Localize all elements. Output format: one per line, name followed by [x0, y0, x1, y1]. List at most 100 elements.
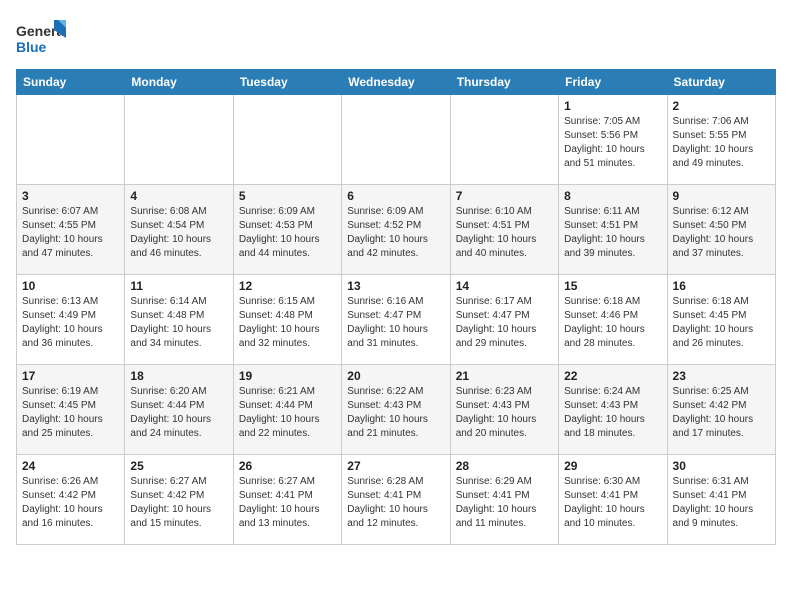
calendar-body: 1 Sunrise: 7:05 AM Sunset: 5:56 PM Daylig… [17, 95, 776, 545]
day-number: 12 [239, 279, 336, 293]
calendar-cell: 14Sunrise: 6:17 AM Sunset: 4:47 PM Dayli… [450, 275, 558, 365]
day-info: Sunrise: 6:30 AM Sunset: 4:41 PM Dayligh… [564, 475, 661, 531]
day-number: 29 [564, 459, 661, 473]
calendar-cell: 16 Sunrise: 6:18 AM Sunset: 4:45 PM Dayli… [667, 275, 775, 365]
weekday-header-tuesday: Tuesday [233, 70, 341, 95]
day-number: 6 [347, 189, 444, 203]
day-number: 2 [673, 99, 770, 113]
day-number: 4 [130, 189, 227, 203]
calendar-cell: 25Sunrise: 6:27 AM Sunset: 4:42 PM Dayli… [125, 455, 233, 545]
day-number: 13 [347, 279, 444, 293]
calendar-cell: 30Sunrise: 6:31 AM Sunset: 4:41 PM Dayli… [667, 455, 775, 545]
day-info: Sunrise: 6:26 AM Sunset: 4:42 PM Dayligh… [22, 475, 119, 531]
calendar-cell [233, 95, 341, 185]
day-info: Sunrise: 6:29 AM Sunset: 4:41 PM Dayligh… [456, 475, 553, 531]
calendar-cell: 24 Sunrise: 6:26 AM Sunset: 4:42 PM Dayli… [17, 455, 125, 545]
calendar-cell: 21 Sunrise: 6:23 AM Sunset: 4:43 PM Dayli… [450, 365, 558, 455]
day-info: Sunrise: 6:07 AM Sunset: 4:55 PM Dayligh… [22, 205, 119, 261]
calendar-cell: 4 Sunrise: 6:08 AM Sunset: 4:54 PM Daylig… [125, 185, 233, 275]
day-info: Sunrise: 6:08 AM Sunset: 4:54 PM Dayligh… [130, 205, 227, 261]
weekday-header-friday: Friday [559, 70, 667, 95]
day-number: 3 [22, 189, 119, 203]
day-info: Sunrise: 6:23 AM Sunset: 4:43 PM Dayligh… [456, 385, 553, 441]
day-number: 17 [22, 369, 119, 383]
day-info: Sunrise: 6:24 AM Sunset: 4:43 PM Dayligh… [564, 385, 661, 441]
svg-text:Blue: Blue [16, 39, 47, 55]
day-info: Sunrise: 6:10 AM Sunset: 4:51 PM Dayligh… [456, 205, 553, 261]
day-number: 22 [564, 369, 661, 383]
day-number: 27 [347, 459, 444, 473]
day-number: 25 [130, 459, 227, 473]
day-number: 23 [673, 369, 770, 383]
calendar-cell: 9Sunrise: 6:12 AM Sunset: 4:50 PM Daylig… [667, 185, 775, 275]
calendar-week-2: 3 Sunrise: 6:07 AM Sunset: 4:55 PM Daylig… [17, 185, 776, 275]
calendar-cell: 15Sunrise: 6:18 AM Sunset: 4:46 PM Dayli… [559, 275, 667, 365]
calendar-cell: 26 Sunrise: 6:27 AM Sunset: 4:41 PM Dayli… [233, 455, 341, 545]
calendar-cell: 12 Sunrise: 6:15 AM Sunset: 4:48 PM Dayli… [233, 275, 341, 365]
weekday-header-row: SundayMondayTuesdayWednesdayThursdayFrid… [17, 70, 776, 95]
day-info: Sunrise: 6:16 AM Sunset: 4:47 PM Dayligh… [347, 295, 444, 351]
day-number: 21 [456, 369, 553, 383]
weekday-header-wednesday: Wednesday [342, 70, 450, 95]
calendar-cell: 11 Sunrise: 6:14 AM Sunset: 4:48 PM Dayli… [125, 275, 233, 365]
day-number: 19 [239, 369, 336, 383]
day-info: Sunrise: 6:25 AM Sunset: 4:42 PM Dayligh… [673, 385, 770, 441]
calendar-cell: 19 Sunrise: 6:21 AM Sunset: 4:44 PM Dayli… [233, 365, 341, 455]
weekday-header-saturday: Saturday [667, 70, 775, 95]
day-number: 11 [130, 279, 227, 293]
calendar-cell: 27 Sunrise: 6:28 AM Sunset: 4:41 PM Dayli… [342, 455, 450, 545]
day-info: Sunrise: 6:18 AM Sunset: 4:45 PM Dayligh… [673, 295, 770, 351]
calendar-cell: 2 Sunrise: 7:06 AM Sunset: 5:55 PM Daylig… [667, 95, 775, 185]
day-info: Sunrise: 6:28 AM Sunset: 4:41 PM Dayligh… [347, 475, 444, 531]
calendar-cell: 22 Sunrise: 6:24 AM Sunset: 4:43 PM Dayli… [559, 365, 667, 455]
calendar-cell [125, 95, 233, 185]
calendar-week-1: 1 Sunrise: 7:05 AM Sunset: 5:56 PM Daylig… [17, 95, 776, 185]
calendar-cell [342, 95, 450, 185]
day-info: Sunrise: 7:06 AM Sunset: 5:55 PM Dayligh… [673, 115, 770, 171]
calendar-cell: 23 Sunrise: 6:25 AM Sunset: 4:42 PM Dayli… [667, 365, 775, 455]
calendar-cell: 29 Sunrise: 6:30 AM Sunset: 4:41 PM Dayli… [559, 455, 667, 545]
calendar-cell: 6 Sunrise: 6:09 AM Sunset: 4:52 PM Daylig… [342, 185, 450, 275]
day-number: 10 [22, 279, 119, 293]
day-number: 8 [564, 189, 661, 203]
calendar-cell: 1 Sunrise: 7:05 AM Sunset: 5:56 PM Daylig… [559, 95, 667, 185]
calendar-cell: 17Sunrise: 6:19 AM Sunset: 4:45 PM Dayli… [17, 365, 125, 455]
calendar-cell: 10 Sunrise: 6:13 AM Sunset: 4:49 PM Dayli… [17, 275, 125, 365]
day-number: 14 [456, 279, 553, 293]
day-info: Sunrise: 6:31 AM Sunset: 4:41 PM Dayligh… [673, 475, 770, 531]
calendar: SundayMondayTuesdayWednesdayThursdayFrid… [16, 69, 776, 545]
day-info: Sunrise: 7:05 AM Sunset: 5:56 PM Dayligh… [564, 115, 661, 171]
day-info: Sunrise: 6:18 AM Sunset: 4:46 PM Dayligh… [564, 295, 661, 351]
day-number: 18 [130, 369, 227, 383]
calendar-week-3: 10 Sunrise: 6:13 AM Sunset: 4:49 PM Dayli… [17, 275, 776, 365]
calendar-week-4: 17Sunrise: 6:19 AM Sunset: 4:45 PM Dayli… [17, 365, 776, 455]
day-info: Sunrise: 6:15 AM Sunset: 4:48 PM Dayligh… [239, 295, 336, 351]
calendar-cell: 3 Sunrise: 6:07 AM Sunset: 4:55 PM Daylig… [17, 185, 125, 275]
day-info: Sunrise: 6:13 AM Sunset: 4:49 PM Dayligh… [22, 295, 119, 351]
day-number: 1 [564, 99, 661, 113]
day-info: Sunrise: 6:11 AM Sunset: 4:51 PM Dayligh… [564, 205, 661, 261]
day-info: Sunrise: 6:09 AM Sunset: 4:53 PM Dayligh… [239, 205, 336, 261]
day-number: 16 [673, 279, 770, 293]
day-info: Sunrise: 6:14 AM Sunset: 4:48 PM Dayligh… [130, 295, 227, 351]
day-info: Sunrise: 6:22 AM Sunset: 4:43 PM Dayligh… [347, 385, 444, 441]
calendar-cell: 8 Sunrise: 6:11 AM Sunset: 4:51 PM Daylig… [559, 185, 667, 275]
day-info: Sunrise: 6:09 AM Sunset: 4:52 PM Dayligh… [347, 205, 444, 261]
day-number: 7 [456, 189, 553, 203]
day-number: 5 [239, 189, 336, 203]
calendar-cell: 20 Sunrise: 6:22 AM Sunset: 4:43 PM Dayli… [342, 365, 450, 455]
logo: GeneralBlue [16, 16, 66, 61]
calendar-cell: 28 Sunrise: 6:29 AM Sunset: 4:41 PM Dayli… [450, 455, 558, 545]
calendar-cell [450, 95, 558, 185]
day-number: 24 [22, 459, 119, 473]
calendar-cell: 5 Sunrise: 6:09 AM Sunset: 4:53 PM Daylig… [233, 185, 341, 275]
calendar-cell: 13 Sunrise: 6:16 AM Sunset: 4:47 PM Dayli… [342, 275, 450, 365]
calendar-week-5: 24 Sunrise: 6:26 AM Sunset: 4:42 PM Dayli… [17, 455, 776, 545]
day-info: Sunrise: 6:21 AM Sunset: 4:44 PM Dayligh… [239, 385, 336, 441]
day-info: Sunrise: 6:27 AM Sunset: 4:41 PM Dayligh… [239, 475, 336, 531]
calendar-cell: 7 Sunrise: 6:10 AM Sunset: 4:51 PM Daylig… [450, 185, 558, 275]
day-number: 28 [456, 459, 553, 473]
day-number: 20 [347, 369, 444, 383]
day-info: Sunrise: 6:12 AM Sunset: 4:50 PM Dayligh… [673, 205, 770, 261]
day-number: 26 [239, 459, 336, 473]
